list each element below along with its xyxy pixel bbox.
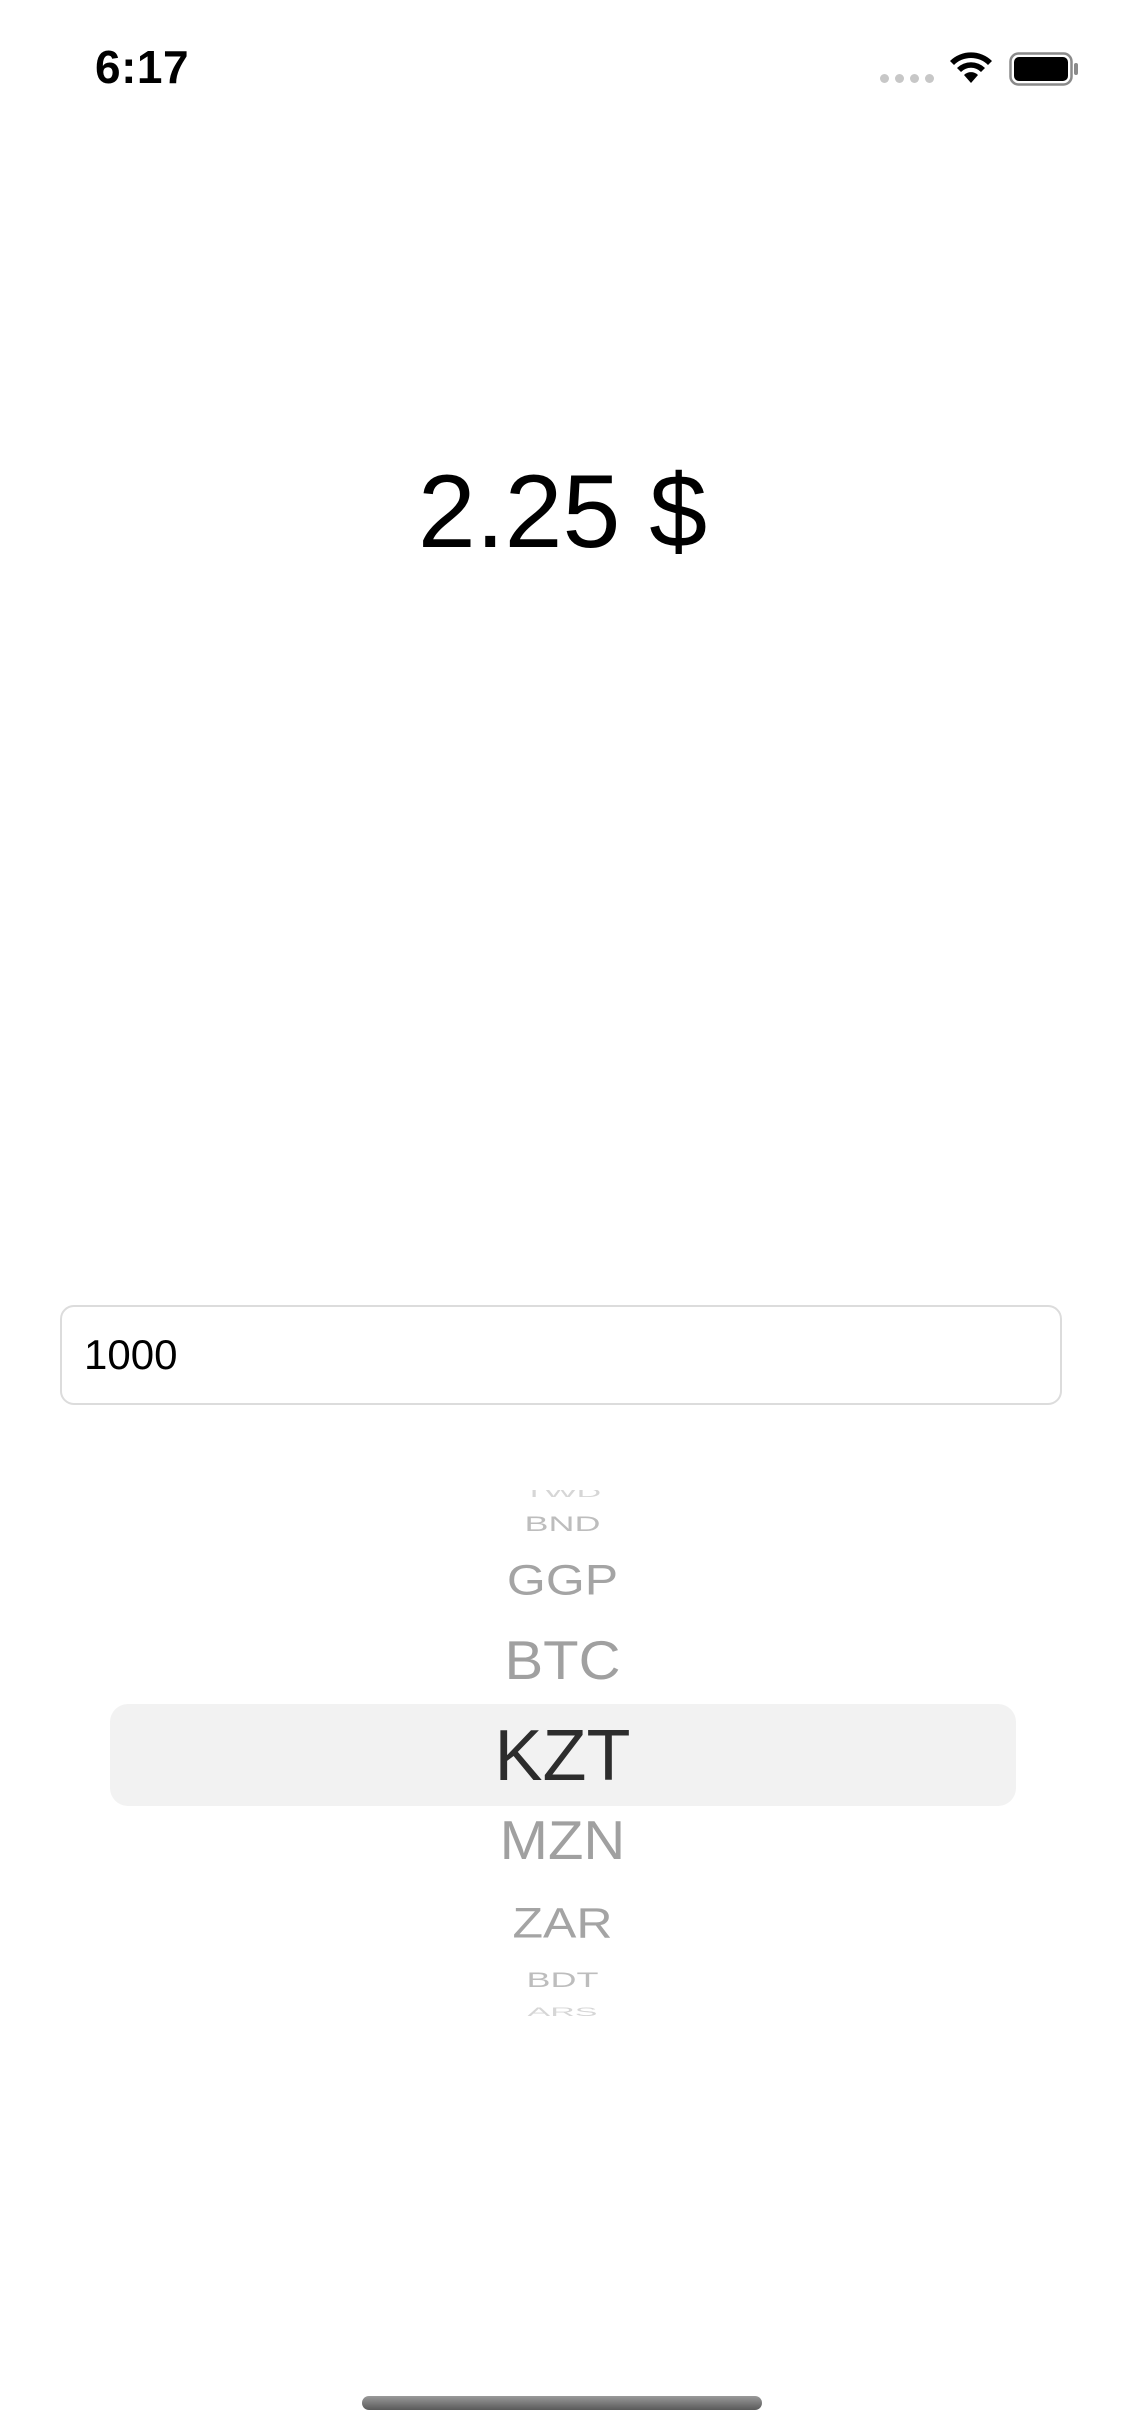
status-bar: 6:17 (0, 0, 1125, 132)
amount-input[interactable] (60, 1305, 1062, 1405)
picker-item[interactable]: MZN (0, 1813, 1125, 1868)
signal-dots-icon (880, 74, 934, 83)
picker-item[interactable]: BTC (0, 1633, 1125, 1688)
picker-item[interactable]: TWD (0, 1490, 1125, 1499)
picker-item[interactable]: ARS (0, 2006, 1125, 2018)
picker-item[interactable]: GGP (0, 1559, 1125, 1602)
conversion-result: 2.25 $ (417, 454, 708, 570)
home-indicator[interactable] (362, 2396, 762, 2410)
picker-item[interactable]: ZAR (0, 1902, 1125, 1945)
wifi-icon (950, 52, 992, 83)
picker-item[interactable]: BND (0, 1513, 1125, 1535)
battery-icon (1009, 52, 1078, 86)
picker-item[interactable]: BDT (0, 1969, 1125, 1991)
currency-picker[interactable]: TWD BND GGP BTC KZT MZN ZAR BDT ARS (0, 1490, 1125, 2020)
picker-item-selected[interactable]: KZT (0, 1720, 1125, 1792)
status-time: 6:17 (95, 41, 190, 93)
